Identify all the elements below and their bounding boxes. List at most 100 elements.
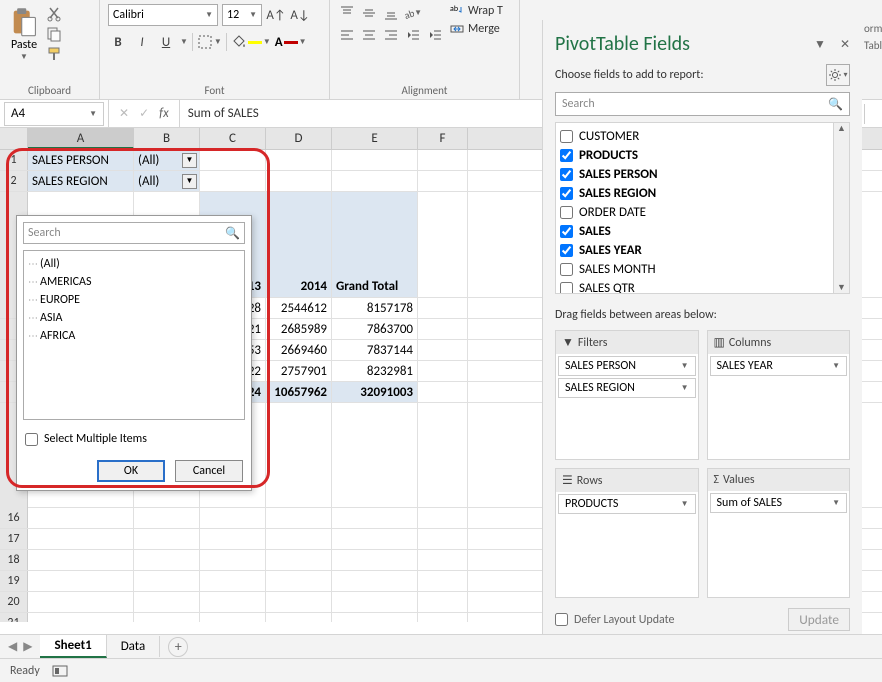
cell[interactable]	[200, 571, 266, 591]
row-header[interactable]: 1	[0, 150, 28, 170]
update-button[interactable]: Update	[788, 608, 850, 631]
cell[interactable]	[266, 550, 332, 570]
cell[interactable]: 2757901	[266, 361, 332, 381]
copy-icon[interactable]	[46, 26, 62, 42]
cell[interactable]	[266, 150, 332, 170]
align-top-icon[interactable]	[338, 4, 356, 22]
filter-option[interactable]: (All)	[28, 255, 240, 273]
cell[interactable]	[134, 508, 200, 528]
cell[interactable]	[200, 171, 266, 191]
cell[interactable]	[332, 571, 418, 591]
ok-button[interactable]: OK	[97, 460, 165, 482]
defer-update-checkbox[interactable]	[555, 613, 568, 626]
cell[interactable]	[266, 613, 332, 622]
cell[interactable]	[332, 592, 418, 612]
align-center-icon[interactable]	[360, 26, 378, 44]
pivot-search-input[interactable]: Search🔍	[555, 92, 850, 116]
cell[interactable]	[418, 592, 468, 612]
format-painter-icon[interactable]	[46, 46, 62, 62]
italic-button[interactable]: I	[132, 32, 152, 52]
fx-icon[interactable]: fx	[159, 106, 169, 121]
field-item[interactable]: CUSTOMER	[560, 127, 829, 146]
cell[interactable]: Grand Total	[332, 192, 418, 297]
cell[interactable]: SALES REGION	[28, 171, 134, 191]
drop-item[interactable]: SALES REGION▼	[558, 378, 696, 398]
add-sheet-button[interactable]: +	[168, 637, 188, 657]
align-right-icon[interactable]	[382, 26, 400, 44]
filters-drop-zone[interactable]: ▼Filters SALES PERSON▼SALES REGION▼	[555, 330, 699, 460]
name-box[interactable]: A4▼	[4, 102, 104, 126]
tab-nav-next-icon[interactable]: ▶	[23, 639, 32, 654]
cell[interactable]	[134, 550, 200, 570]
cell[interactable]	[266, 508, 332, 528]
decrease-indent-icon[interactable]	[404, 26, 422, 44]
field-checkbox[interactable]	[560, 149, 573, 162]
wrap-text-button[interactable]: abWrap T	[450, 4, 503, 18]
close-icon[interactable]: ✕	[840, 37, 850, 52]
column-header-c[interactable]: C	[200, 128, 266, 149]
column-header-a[interactable]: A	[28, 128, 134, 149]
cell[interactable]	[418, 150, 468, 170]
field-item[interactable]: SALES PERSON	[560, 165, 829, 184]
drop-item[interactable]: SALES PERSON▼	[558, 356, 696, 376]
cell[interactable]	[266, 571, 332, 591]
cell[interactable]: 2014	[266, 192, 332, 297]
cell[interactable]: 8232981	[332, 361, 418, 381]
cell[interactable]	[332, 508, 418, 528]
underline-button[interactable]: U	[156, 32, 176, 52]
cell[interactable]	[332, 171, 418, 191]
field-item[interactable]: PRODUCTS	[560, 146, 829, 165]
cell[interactable]	[28, 508, 134, 528]
field-checkbox[interactable]	[560, 225, 573, 238]
drop-item[interactable]: PRODUCTS▼	[558, 494, 696, 514]
cell[interactable]: 32091003	[332, 382, 418, 402]
column-header-e[interactable]: E	[332, 128, 418, 149]
enter-formula-icon[interactable]: ✓	[139, 106, 149, 121]
minimize-icon[interactable]: ▼	[814, 37, 826, 52]
row-header[interactable]: 2	[0, 171, 28, 191]
filter-option[interactable]: ASIA	[28, 309, 240, 327]
cell[interactable]: (All)▼	[134, 171, 200, 191]
merge-button[interactable]: Merge	[450, 22, 503, 36]
row-header[interactable]: 16	[0, 508, 28, 528]
decrease-font-icon[interactable]: A↓	[290, 5, 310, 25]
field-checkbox[interactable]	[560, 130, 573, 143]
field-item[interactable]: SALES MONTH	[560, 260, 829, 279]
columns-drop-zone[interactable]: ▥Columns SALES YEAR▼	[707, 330, 851, 460]
cell[interactable]	[200, 150, 266, 170]
cell[interactable]	[266, 529, 332, 549]
cell[interactable]	[418, 613, 468, 622]
filter-dropdown-icon[interactable]: ▼	[182, 153, 197, 168]
cell[interactable]	[418, 508, 468, 528]
cell[interactable]	[418, 529, 468, 549]
cell[interactable]: (All)▼	[134, 150, 200, 170]
field-checkbox[interactable]	[560, 206, 573, 219]
cell[interactable]	[266, 592, 332, 612]
align-bottom-icon[interactable]	[382, 4, 400, 22]
row-header[interactable]: 18	[0, 550, 28, 570]
cell[interactable]	[266, 171, 332, 191]
cell[interactable]: SALES PERSON	[28, 150, 134, 170]
cell[interactable]: 8157178	[332, 298, 418, 318]
cell[interactable]: 7863700	[332, 319, 418, 339]
filter-option[interactable]: AFRICA	[28, 327, 240, 345]
select-all-corner[interactable]	[0, 128, 28, 149]
sheet-tab-active[interactable]: Sheet1	[40, 635, 106, 658]
increase-font-icon[interactable]: A↑	[266, 5, 286, 25]
cell[interactable]	[418, 171, 468, 191]
cell[interactable]: 2669460	[266, 340, 332, 360]
column-header-d[interactable]: D	[266, 128, 332, 149]
field-item[interactable]: SALES	[560, 222, 829, 241]
cell[interactable]	[134, 529, 200, 549]
field-item[interactable]: SALES YEAR	[560, 241, 829, 260]
rows-drop-zone[interactable]: ☰Rows PRODUCTS▼	[555, 468, 699, 598]
paste-button[interactable]: Paste ▼	[8, 4, 40, 64]
align-left-icon[interactable]	[338, 26, 356, 44]
cell[interactable]: 7837144	[332, 340, 418, 360]
field-checkbox[interactable]	[560, 244, 573, 257]
filter-search-input[interactable]: Search🔍	[23, 222, 245, 244]
cell[interactable]	[418, 192, 468, 297]
cell[interactable]: 2544612	[266, 298, 332, 318]
row-header[interactable]: 17	[0, 529, 28, 549]
row-header[interactable]: 20	[0, 592, 28, 612]
